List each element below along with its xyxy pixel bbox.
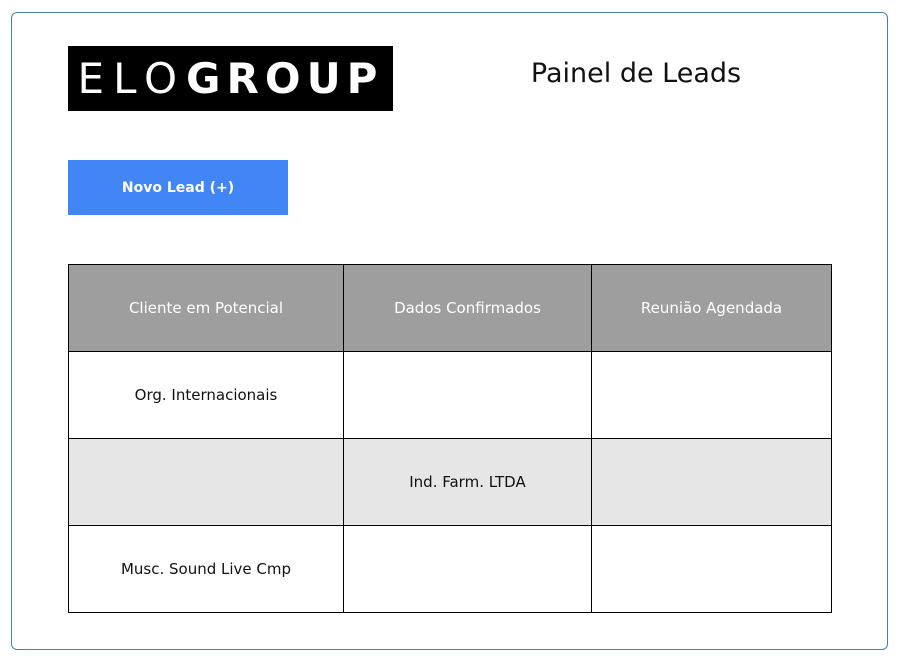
lead-cell[interactable] — [343, 351, 592, 439]
column-header-meeting-scheduled: Reunião Agendada — [591, 264, 832, 352]
lead-cell[interactable] — [343, 525, 592, 613]
page-title: Painel de Leads — [530, 58, 742, 89]
column-header-confirmed-data: Dados Confirmados — [343, 264, 592, 352]
lead-cell[interactable]: Org. Internacionais — [68, 351, 344, 439]
lead-cell[interactable] — [591, 351, 832, 439]
table-row: Ind. Farm. LTDA — [68, 438, 832, 526]
lead-cell[interactable]: Ind. Farm. LTDA — [343, 438, 592, 526]
lead-cell[interactable] — [591, 525, 832, 613]
leads-table: Cliente em Potencial Dados Confirmados R… — [68, 264, 832, 613]
table-header-row: Cliente em Potencial Dados Confirmados R… — [68, 264, 832, 352]
logo-part-group: GROUP — [186, 54, 384, 103]
table-row: Musc. Sound Live Cmp — [68, 525, 832, 613]
logo-part-elo: ELO — [77, 54, 187, 103]
table-row: Org. Internacionais — [68, 351, 832, 439]
lead-cell[interactable] — [591, 438, 832, 526]
elogroup-logo: ELO GROUP — [68, 46, 393, 111]
column-header-potential-client: Cliente em Potencial — [68, 264, 344, 352]
new-lead-button[interactable]: Novo Lead (+) — [68, 160, 288, 215]
lead-cell[interactable] — [68, 438, 344, 526]
lead-cell[interactable]: Musc. Sound Live Cmp — [68, 525, 344, 613]
